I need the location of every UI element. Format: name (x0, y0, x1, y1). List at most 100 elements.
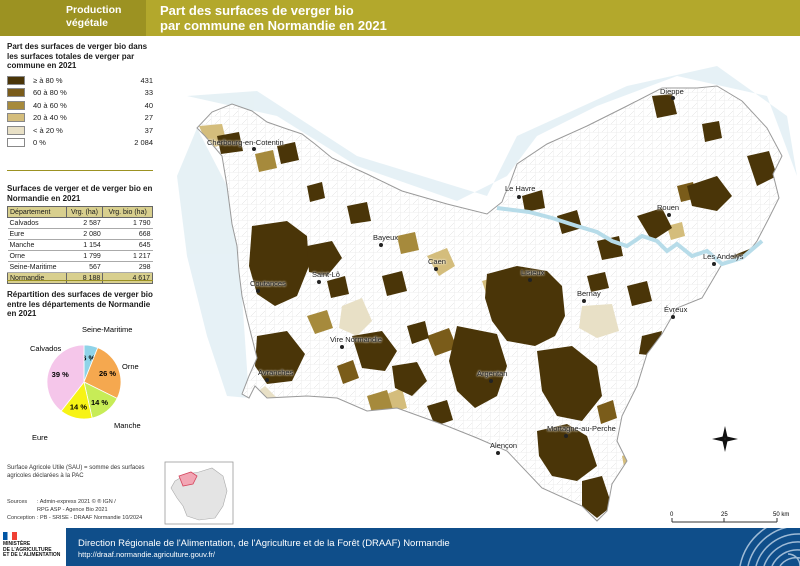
town-label: Cherbourg-en-Cotentin (207, 138, 284, 147)
town-dot (671, 96, 675, 100)
category-label: Production végétale (0, 0, 146, 36)
legend-label: 60 à 80 % (33, 88, 67, 97)
ministry-name: MINISTÈRE DE L'AGRICULTURE ET DE L'ALIME… (3, 541, 61, 558)
table-row: Manche 1 154 645 (7, 239, 153, 251)
table-total-row: Normandie 8 188 4 617 (7, 272, 153, 284)
legend-item: 20 à 40 % 27 (7, 112, 153, 125)
town-label: Bernay (577, 289, 601, 298)
pie-chart-section: Répartition des surfaces de verger bio e… (7, 290, 157, 450)
footer: MINISTÈRE DE L'AGRICULTURE ET DE L'ALIME… (0, 528, 800, 566)
town-label: Argentan (477, 369, 508, 378)
legend-label: 0 % (33, 138, 46, 147)
legend-label: 40 à 60 % (33, 100, 67, 110)
pie-value-label: 26 % (99, 369, 116, 378)
conception-label: Conception (7, 515, 35, 521)
legend-label: < à 20 % (33, 125, 63, 135)
town-label: Lisieux (521, 268, 545, 277)
town-dot (667, 213, 671, 217)
legend-swatch (7, 88, 25, 97)
pie-value-label: 14 % (70, 403, 87, 412)
orchard-area-cell: 2 587 (66, 217, 103, 229)
orchard-area-cell: 567 (66, 261, 103, 273)
legend-swatch (7, 125, 25, 135)
surfaces-table: Département Vrg. (ha) Vrg. bio (ha) Calv… (7, 206, 153, 284)
town-dot (265, 378, 269, 382)
town-dot (517, 195, 521, 199)
town-label: Dieppe (660, 87, 684, 96)
legend-swatch (7, 138, 25, 147)
department-cell: Normandie (7, 272, 67, 284)
conception-text: : PB - SRISE - DRAAF Normandie 10/2024 (37, 515, 143, 521)
legend-label: 20 à 40 % (33, 113, 67, 122)
town-dot (434, 267, 438, 271)
map-title-line-2: par commune en Normandie en 2021 (160, 18, 387, 33)
north-arrow-icon (712, 426, 738, 452)
town-label: Avranches (258, 368, 294, 377)
legend-item: 0 % 2 084 (7, 137, 153, 150)
organic-area-cell: 1 217 (102, 250, 153, 262)
town-label: Caen (428, 257, 446, 266)
column-header: Vrg. (ha) (65, 206, 104, 218)
town-dot (582, 299, 586, 303)
town-label: Bayeux (373, 233, 399, 242)
divider (7, 170, 153, 171)
table-row: Calvados 2 587 1 790 (7, 217, 153, 229)
town-label: Les Andelys (703, 252, 744, 261)
pie-category-label: Calvados (30, 344, 62, 353)
legend-title: Part des surfaces de verger bio dans les… (7, 42, 148, 70)
organic-area-cell: 298 (102, 261, 153, 273)
legend-item: 40 à 60 % 40 (7, 100, 153, 113)
town-label: Rouen (657, 203, 680, 212)
category-line-1: Production (66, 4, 122, 16)
town-label: Alençon (490, 441, 518, 450)
pie-chart-title: Répartition des surfaces de verger bio e… (7, 290, 153, 318)
pie-category-label: Eure (32, 433, 48, 442)
town-dot (528, 278, 532, 282)
department-cell: Seine-Maritime (7, 261, 67, 273)
sources-line-1: : Admin-express 2021 © ® IGN / (37, 499, 116, 505)
legend-label: ≥ à 80 % (33, 75, 63, 85)
column-header: Vrg. bio (ha) (102, 206, 153, 218)
category-line-2: végétale (66, 17, 109, 29)
decorative-arcs-icon (739, 528, 800, 566)
organic-area-cell: 645 (102, 239, 153, 251)
website-link[interactable]: http://draaf.normandie.agriculture.gouv.… (78, 550, 215, 559)
town-dot (256, 289, 260, 293)
sources-line-2: RPG ASP - Agence Bio 2021 (37, 507, 108, 513)
table-row: Orne 1 799 1 217 (7, 250, 153, 262)
department-cell: Orne (7, 250, 67, 262)
legend-count: 33 (144, 88, 153, 97)
france-inset-map (164, 461, 234, 525)
table-row: Eure 2 080 668 (7, 228, 153, 240)
town-dot (489, 379, 493, 383)
orchard-area-cell: 1 154 (66, 239, 103, 251)
legend-item: 60 à 80 % 33 (7, 87, 153, 100)
sources-label: Sources (7, 499, 28, 505)
map-area: 0 25 50 km Dieppe Cherbourg-en-Cotentin … (157, 36, 800, 528)
pie-chart: 6 %Seine-Maritime26 %Orne14 %Manche14 %E… (30, 325, 141, 442)
sidebar: Part des surfaces de verger bio dans les… (0, 36, 157, 528)
surfaces-table-section: Surfaces de verger et de verger bio en N… (7, 184, 153, 284)
divider (7, 280, 153, 281)
scale-label-25: 25 (721, 512, 728, 518)
column-header: Département (7, 206, 67, 218)
map-title-line-1: Part des surfaces de verger bio (160, 3, 354, 18)
department-cell: Manche (7, 239, 67, 251)
town-label: Saint-Lô (312, 270, 340, 279)
pie-category-label: Seine-Maritime (82, 325, 132, 334)
ministry-logo: MINISTÈRE DE L'AGRICULTURE ET DE L'ALIME… (0, 528, 66, 566)
surfaces-table-title: Surfaces de verger et de verger bio en N… (7, 184, 153, 203)
department-cell: Eure (7, 228, 67, 240)
organic-area-cell: 668 (102, 228, 153, 240)
legend-item: ≥ à 80 % 431 (7, 75, 153, 88)
scale-label-0: 0 (670, 512, 674, 518)
scale-label-50: 50 km (773, 512, 789, 518)
legend-count: 27 (144, 113, 153, 122)
orchard-area-cell: 8 188 (65, 272, 104, 284)
orchard-area-cell: 2 080 (66, 228, 103, 240)
town-dot (671, 315, 675, 319)
marianne-flag-icon (3, 532, 17, 540)
town-dot (496, 451, 500, 455)
legend-swatch (7, 113, 25, 122)
pie-value-label: 39 % (52, 370, 69, 379)
